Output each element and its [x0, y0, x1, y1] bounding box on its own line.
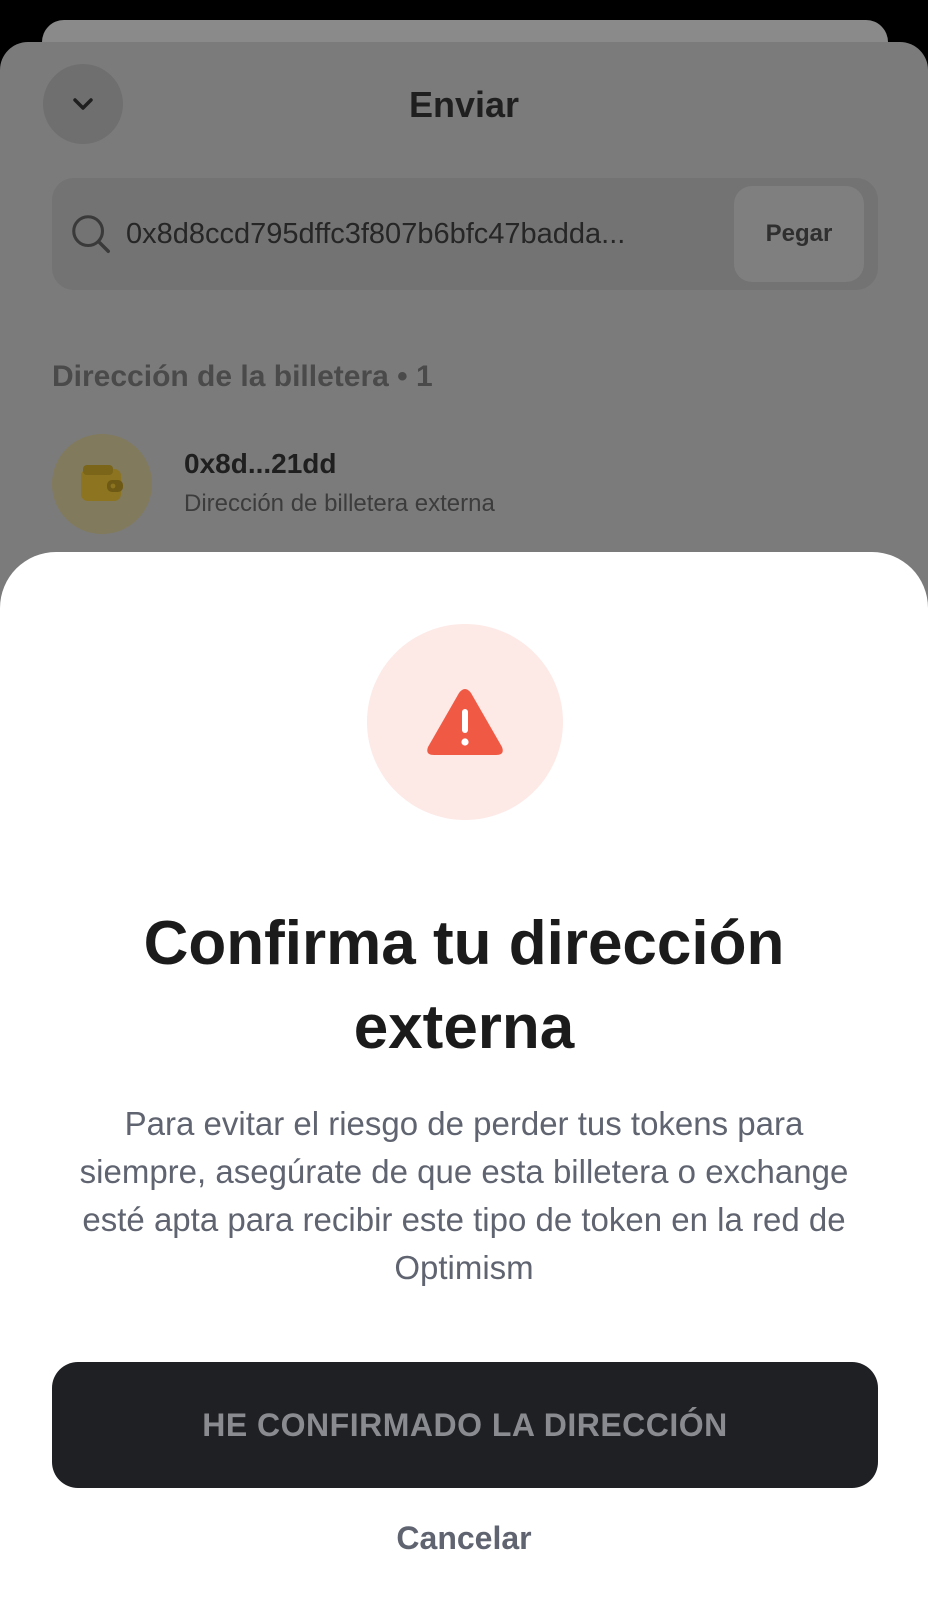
- warning-badge: [367, 624, 563, 820]
- wallet-address: 0x8d...21dd: [184, 448, 337, 479]
- wallet-subtitle: Dirección de billetera externa: [184, 490, 495, 517]
- warning-icon: [427, 689, 503, 755]
- section-label: Dirección de la billetera • 1: [52, 360, 433, 393]
- paste-button[interactable]: Pegar: [734, 186, 864, 282]
- search-input[interactable]: 0x8d8ccd795dffc3f807b6bfc47badda...: [126, 218, 704, 251]
- cancel-button[interactable]: Cancelar: [0, 1520, 928, 1557]
- modal-body-text: Para evitar el riesgo de perder tus toke…: [79, 1105, 849, 1286]
- search-icon: [72, 215, 110, 253]
- confirm-address-modal: Confirma tu dirección externa Para evita…: [0, 552, 928, 1600]
- wallet-icon: [81, 465, 123, 501]
- header: Enviar: [0, 42, 928, 170]
- address-search-field[interactable]: 0x8d8ccd795dffc3f807b6bfc47badda... Pega…: [52, 178, 878, 290]
- wallet-list-item[interactable]: 0x8d...21dd Dirección de billetera exter…: [52, 434, 878, 534]
- modal-title: Confirma tu dirección externa: [143, 909, 785, 1062]
- wallet-avatar: [52, 434, 152, 534]
- page-title: Enviar: [408, 84, 520, 125]
- confirm-address-button[interactable]: HE CONFIRMADO LA DIRECCIÓN: [52, 1362, 878, 1488]
